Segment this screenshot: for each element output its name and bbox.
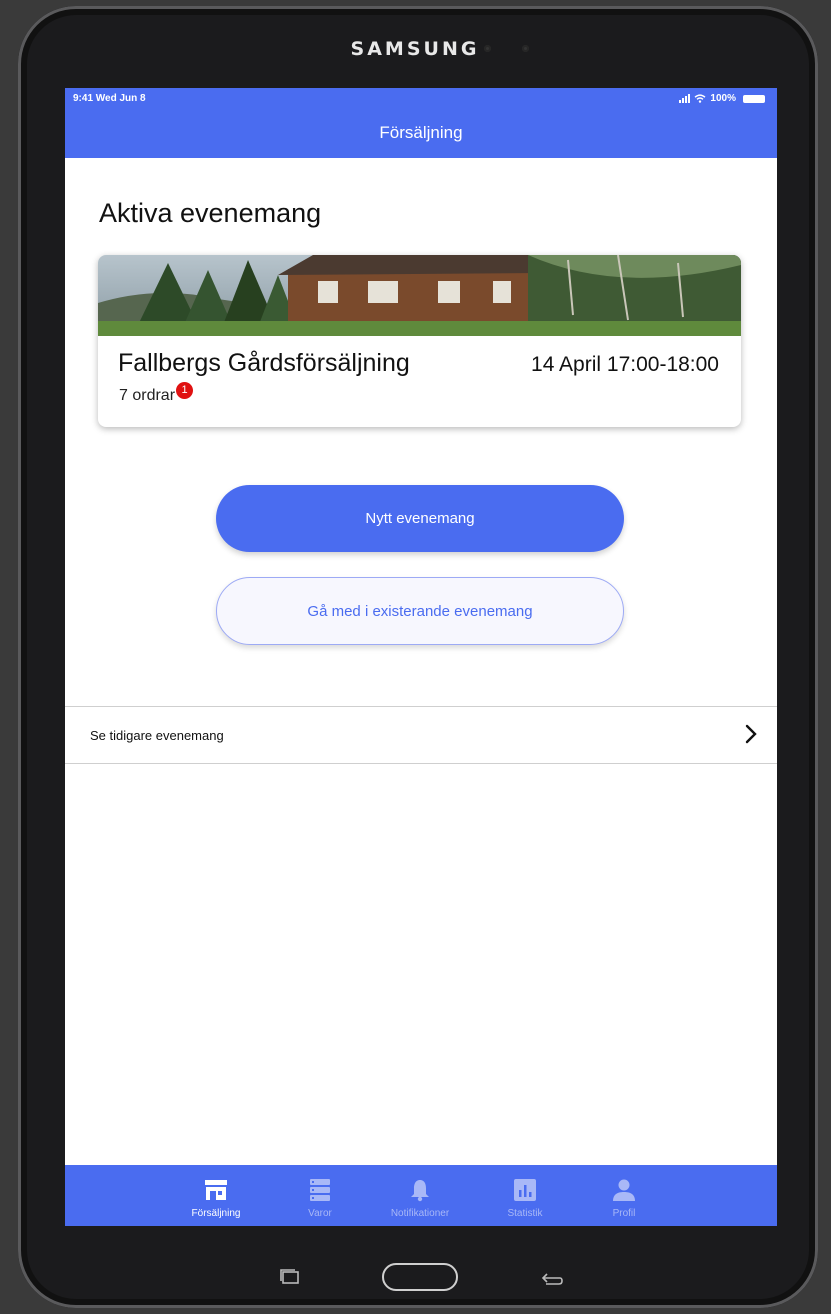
device-brand: SAMSUNG [350, 38, 480, 60]
tab-varor[interactable]: Varor [270, 1165, 370, 1226]
bell-icon [411, 1180, 429, 1202]
tab-notifikationer[interactable]: Notifikationer [370, 1165, 470, 1226]
event-time: 14 April 17:00-18:00 [531, 353, 719, 376]
tab-statistik[interactable]: Statistik [475, 1165, 575, 1226]
person-icon [613, 1179, 635, 1201]
tab-label: Notifikationer [390, 1208, 450, 1219]
event-name: Fallbergs Gårdsförsäljning [118, 349, 410, 377]
tab-label: Profil [612, 1208, 636, 1219]
app-screen: 9:41 Wed Jun 8 100% Försäljning Aktiva e… [65, 88, 777, 1226]
status-indicators: 100% [679, 93, 765, 104]
signal-icon [679, 94, 691, 103]
event-card[interactable]: Fallbergs Gårdsförsäljning 14 April 17:0… [98, 255, 741, 427]
event-orders: 7 ordrar 1 [119, 381, 194, 405]
event-orders-label: 7 ordrar [119, 387, 176, 404]
new-event-button[interactable]: Nytt evenemang [216, 485, 624, 552]
status-bar: 9:41 Wed Jun 8 100% [65, 88, 777, 110]
sensor-icon [484, 45, 491, 52]
store-icon [205, 1180, 227, 1200]
battery-icon [743, 94, 765, 103]
device-bezel-top: SAMSUNG [0, 0, 831, 80]
event-photo [98, 255, 741, 336]
tab-label: Statistik [507, 1208, 543, 1219]
tab-label: Försäljning [191, 1208, 241, 1219]
list-icon [310, 1179, 330, 1201]
tab-forsaljning[interactable]: Försäljning [166, 1165, 266, 1226]
join-event-button[interactable]: Gå med i existerande evenemang [216, 577, 624, 645]
section-title: Aktiva evenemang [99, 198, 322, 228]
camera-icon [522, 45, 529, 52]
battery-percent: 100% [710, 93, 736, 104]
tab-profil[interactable]: Profil [574, 1165, 674, 1226]
past-events-label: Se tidigare evenemang [90, 728, 224, 743]
home-button[interactable] [382, 1263, 458, 1291]
chart-icon [514, 1179, 536, 1201]
status-time: 9:41 Wed Jun 8 [73, 93, 146, 104]
notification-badge: 1 [176, 381, 194, 399]
chevron-right-icon [745, 724, 757, 744]
wifi-icon [694, 94, 706, 103]
back-icon[interactable] [540, 1268, 564, 1286]
page-title: Försäljning [65, 110, 777, 158]
recent-apps-icon[interactable] [278, 1268, 302, 1286]
tab-label: Varor [308, 1208, 332, 1219]
past-events-row[interactable]: Se tidigare evenemang [65, 706, 777, 764]
tab-bar: Försäljning Varor Notifikationer Statist… [65, 1165, 777, 1226]
